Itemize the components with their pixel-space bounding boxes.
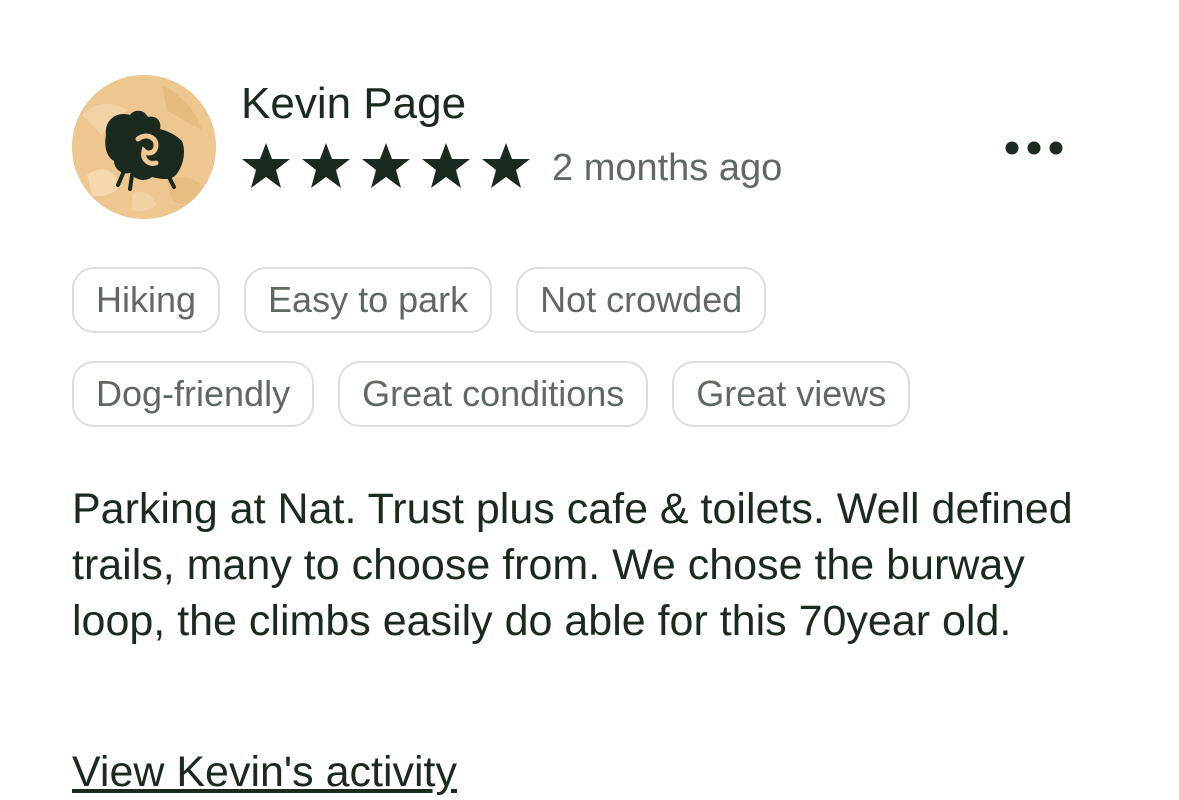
rating-stars <box>241 142 541 190</box>
tag-row-1: Hiking Easy to park Not crowded <box>72 267 767 333</box>
star-icon <box>361 142 411 190</box>
star-icon <box>481 142 531 190</box>
star-icon <box>421 142 471 190</box>
tag-chip-great-views[interactable]: Great views <box>672 361 911 427</box>
review-card: Kevin Page 2 months ago Hiking Easy to p… <box>0 0 1179 796</box>
tag-row-2: Dog-friendly Great conditions Great view… <box>72 361 911 427</box>
tag-chip-easy-to-park[interactable]: Easy to park <box>244 267 493 333</box>
avatar-icon <box>72 75 216 219</box>
author-avatar[interactable] <box>72 75 216 219</box>
tag-chip-not-crowded[interactable]: Not crowded <box>516 267 767 333</box>
author-name[interactable]: Kevin Page <box>241 76 466 132</box>
review-date: 2 months ago <box>552 147 783 189</box>
more-options-button[interactable] <box>996 126 1076 170</box>
tag-chip-great-conditions[interactable]: Great conditions <box>338 361 649 427</box>
view-activity-link[interactable]: View Kevin's activity <box>72 744 457 800</box>
tag-chip-hiking[interactable]: Hiking <box>72 267 221 333</box>
star-icon <box>301 142 351 190</box>
more-options-icon <box>1005 141 1063 155</box>
tag-chip-dog-friendly[interactable]: Dog-friendly <box>72 361 315 427</box>
review-text: Parking at Nat. Trust plus cafe & toilet… <box>72 485 1073 645</box>
star-icon <box>241 142 291 190</box>
